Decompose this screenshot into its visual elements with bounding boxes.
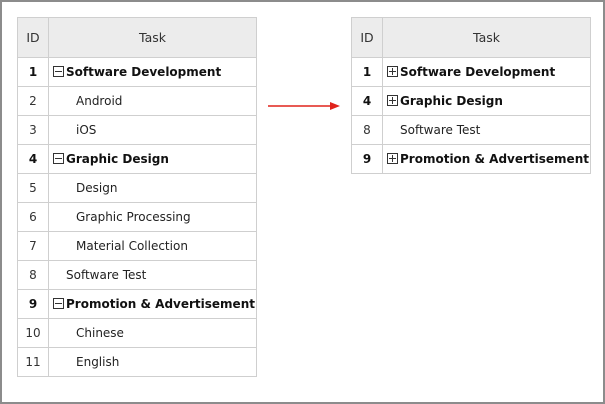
row-id: 9 — [351, 144, 383, 174]
row-task-cell: Graphic Processing — [48, 202, 257, 232]
row-id: 10 — [17, 318, 49, 348]
table-row[interactable]: 7 Material Collection — [17, 231, 257, 261]
task-label: iOS — [76, 123, 97, 137]
table-row-parent[interactable]: 4 Graphic Design — [351, 86, 591, 116]
row-id: 8 — [351, 115, 383, 145]
table-row-parent[interactable]: 4 Graphic Design — [17, 144, 257, 174]
task-label: Promotion & Advertisement — [400, 152, 589, 166]
row-id: 4 — [351, 86, 383, 116]
table-row[interactable]: 6 Graphic Processing — [17, 202, 257, 232]
row-task-cell: Material Collection — [48, 231, 257, 261]
task-label: Software Test — [66, 268, 147, 282]
table-row[interactable]: 5 Design — [17, 173, 257, 203]
row-id: 1 — [17, 57, 49, 87]
row-task-cell: Design — [48, 173, 257, 203]
table-row[interactable]: 2 Android — [17, 86, 257, 116]
task-label: Software Development — [400, 65, 556, 79]
task-label: Graphic Processing — [76, 210, 191, 224]
task-label: Graphic Design — [66, 152, 169, 166]
task-table-body: 1 Software Development 4 Graphic Design 8 Sof… — [351, 57, 591, 174]
column-header-id[interactable]: ID — [351, 17, 383, 58]
row-task-cell: iOS — [48, 115, 257, 145]
task-table-expanded: ID Task 1 Software Development 2 Android 3 iO… — [17, 17, 257, 377]
row-id: 3 — [17, 115, 49, 145]
task-label: English — [76, 355, 120, 369]
table-row-parent[interactable]: 1 Software Development — [351, 57, 591, 87]
task-label: Graphic Design — [400, 94, 503, 108]
row-task-cell: Software Development — [382, 57, 591, 87]
expand-toggle-icon[interactable] — [387, 66, 398, 77]
row-task-cell: English — [48, 347, 257, 377]
table-header-row: ID Task — [17, 17, 257, 58]
column-header-task[interactable]: Task — [382, 17, 591, 58]
row-task-cell: Graphic Design — [48, 144, 257, 174]
row-id: 4 — [17, 144, 49, 174]
arrow-head — [330, 102, 340, 110]
expand-toggle-icon[interactable] — [387, 95, 398, 106]
collapse-toggle-icon[interactable] — [53, 153, 64, 164]
row-task-cell: Android — [48, 86, 257, 116]
row-id: 9 — [17, 289, 49, 319]
task-label: Design — [76, 181, 118, 195]
table-header-row: ID Task — [351, 17, 591, 58]
table-row[interactable]: 11 English — [17, 347, 257, 377]
table-row[interactable]: 8 Software Test — [17, 260, 257, 290]
task-label: Android — [76, 94, 123, 108]
table-row[interactable]: 8 Software Test — [351, 115, 591, 145]
task-table-body: 1 Software Development 2 Android 3 iOS 4 Graphi… — [17, 57, 257, 377]
row-task-cell: Graphic Design — [382, 86, 591, 116]
row-task-cell: Promotion & Advertisement — [48, 289, 257, 319]
task-label: Software Development — [66, 65, 222, 79]
row-id: 11 — [17, 347, 49, 377]
table-row[interactable]: 3 iOS — [17, 115, 257, 145]
table-row-parent[interactable]: 1 Software Development — [17, 57, 257, 87]
task-label: Software Test — [400, 123, 481, 137]
row-task-cell: Chinese — [48, 318, 257, 348]
task-label: Chinese — [76, 326, 124, 340]
column-header-id[interactable]: ID — [17, 17, 49, 58]
row-task-cell: Software Test — [382, 115, 591, 145]
table-row-parent[interactable]: 9 Promotion & Advertisement — [351, 144, 591, 174]
task-table-collapsed: ID Task 1 Software Development 4 Graphic De… — [351, 17, 591, 174]
row-task-cell: Software Development — [48, 57, 257, 87]
task-label: Material Collection — [76, 239, 188, 253]
arrow-right-icon — [268, 102, 340, 110]
row-id: 5 — [17, 173, 49, 203]
collapse-toggle-icon[interactable] — [53, 66, 64, 77]
row-task-cell: Software Test — [48, 260, 257, 290]
task-label: Promotion & Advertisement — [66, 297, 255, 311]
table-row-parent[interactable]: 9 Promotion & Advertisement — [17, 289, 257, 319]
row-id: 7 — [17, 231, 49, 261]
row-id: 2 — [17, 86, 49, 116]
collapse-toggle-icon[interactable] — [53, 298, 64, 309]
row-id: 1 — [351, 57, 383, 87]
expand-toggle-icon[interactable] — [387, 153, 398, 164]
row-id: 8 — [17, 260, 49, 290]
table-row[interactable]: 10 Chinese — [17, 318, 257, 348]
column-header-task[interactable]: Task — [48, 17, 257, 58]
row-task-cell: Promotion & Advertisement — [382, 144, 591, 174]
row-id: 6 — [17, 202, 49, 232]
